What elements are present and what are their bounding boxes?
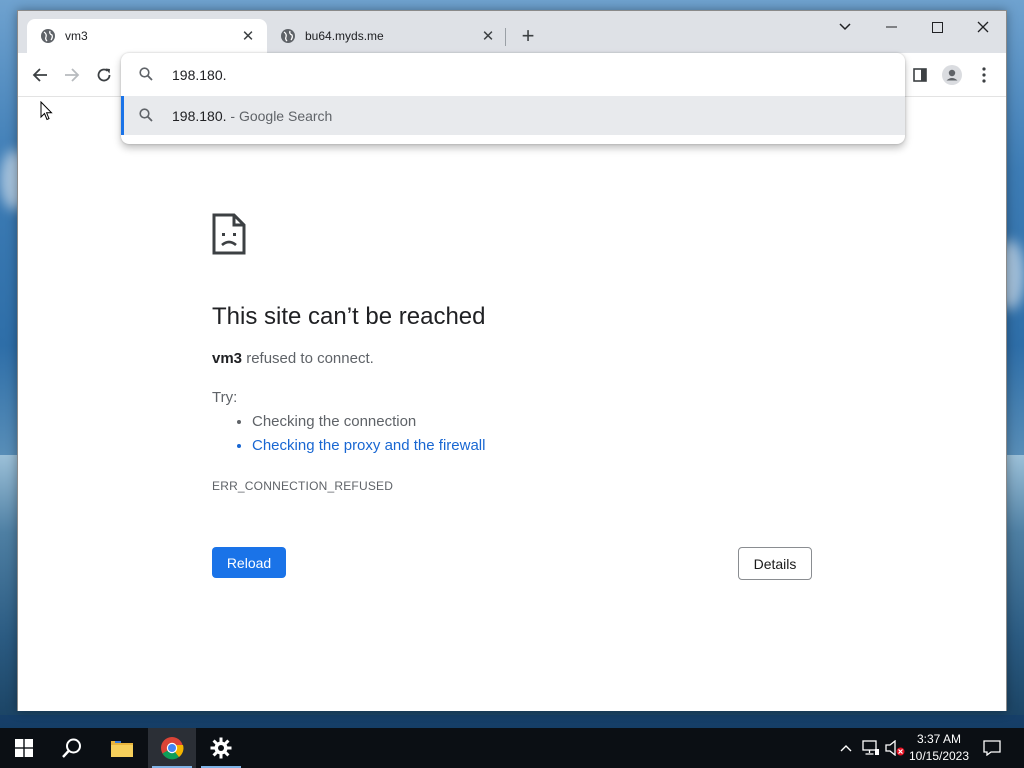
forward-button[interactable] xyxy=(58,61,86,89)
new-tab-button[interactable]: + xyxy=(516,23,540,48)
menu-button[interactable] xyxy=(970,61,998,89)
profile-button[interactable] xyxy=(938,61,966,89)
globe-icon xyxy=(281,29,295,43)
taskbar-settings[interactable] xyxy=(197,728,245,768)
action-center-button[interactable] xyxy=(978,728,1006,768)
taskbar-clock[interactable]: 3:37 AM 10/15/2023 xyxy=(906,731,972,765)
suggestion-query: 198.180. xyxy=(172,108,227,124)
show-hidden-icons-button[interactable] xyxy=(836,728,856,768)
taskbar-chrome[interactable] xyxy=(148,728,196,768)
suggestion-check-proxy-link[interactable]: Checking the proxy and the firewall xyxy=(252,437,485,461)
tab-strip: vm3 ✕ bu64.myds.me ✕ + xyxy=(18,11,1006,53)
kebab-menu-icon xyxy=(982,67,986,83)
close-icon xyxy=(977,21,989,33)
network-icon xyxy=(862,740,879,755)
error-description: vm3 refused to connect. xyxy=(212,350,374,367)
clock-time: 3:37 AM xyxy=(916,732,962,746)
omnibox-dropdown: 198.180. 198.180. - Google Search xyxy=(121,53,905,144)
page-content: This site can’t be reached vm3 refused t… xyxy=(18,97,1006,711)
globe-icon xyxy=(41,29,55,43)
details-button[interactable]: Details xyxy=(738,547,812,580)
side-panel-button[interactable] xyxy=(906,61,934,89)
suggestion-check-connection: Checking the connection xyxy=(252,413,485,437)
maximize-icon xyxy=(931,21,943,33)
close-tab-icon[interactable]: ✕ xyxy=(479,27,497,45)
taskbar-search-button[interactable] xyxy=(48,728,96,768)
close-tab-icon[interactable]: ✕ xyxy=(239,27,257,45)
search-icon xyxy=(62,738,81,758)
back-button[interactable] xyxy=(26,61,54,89)
avatar-icon xyxy=(942,65,962,85)
suggestion-list: Checking the connection Checking the pro… xyxy=(252,413,485,461)
suggestion-text: 198.180. - Google Search xyxy=(172,108,332,124)
minimize-icon xyxy=(885,26,897,28)
address-bar[interactable]: 198.180. xyxy=(121,53,905,96)
reload-button[interactable]: Reload xyxy=(212,547,286,578)
windows-logo-icon xyxy=(15,739,33,757)
tab-bu64[interactable]: bu64.myds.me ✕ xyxy=(267,19,507,53)
error-title: This site can’t be reached xyxy=(212,303,486,330)
error-description-text: refused to connect. xyxy=(242,350,374,367)
search-icon xyxy=(139,67,153,81)
tab-title: bu64.myds.me xyxy=(305,29,384,43)
address-input-value[interactable]: 198.180. xyxy=(172,67,227,83)
minimize-button[interactable] xyxy=(868,13,914,41)
error-code: ERR_CONNECTION_REFUSED xyxy=(212,479,394,493)
omnibox-suggestion[interactable]: 198.180. - Google Search xyxy=(121,96,905,135)
sad-page-icon xyxy=(212,213,246,255)
suggestion-suffix: - Google Search xyxy=(226,108,333,124)
tab-vm3[interactable]: vm3 ✕ xyxy=(27,19,267,53)
reload-toolbar-button[interactable] xyxy=(90,61,118,89)
tab-separator xyxy=(505,28,506,46)
maximize-button[interactable] xyxy=(914,13,960,41)
start-button[interactable] xyxy=(0,728,48,768)
gear-icon xyxy=(210,737,232,759)
side-panel-icon xyxy=(913,68,927,82)
volume-muted-icon xyxy=(885,740,905,756)
chevron-down-icon xyxy=(839,23,851,31)
folder-icon xyxy=(111,741,133,757)
tab-search-button[interactable] xyxy=(822,13,868,41)
browser-window: vm3 ✕ bu64.myds.me ✕ + 198.180. 198.180.… xyxy=(17,10,1007,711)
chrome-icon xyxy=(161,737,184,760)
mouse-cursor-icon xyxy=(40,101,53,121)
taskbar: 3:37 AM 10/15/2023 xyxy=(0,728,1024,768)
try-label: Try: xyxy=(212,389,238,406)
reload-icon xyxy=(97,68,111,82)
clock-date: 10/15/2023 xyxy=(908,749,970,763)
arrow-left-icon xyxy=(32,68,47,82)
network-tray-button[interactable] xyxy=(860,728,882,768)
tab-title: vm3 xyxy=(65,29,88,43)
search-icon xyxy=(139,108,153,122)
close-window-button[interactable] xyxy=(960,13,1006,41)
notification-icon xyxy=(983,740,1001,756)
arrow-right-icon xyxy=(65,68,80,82)
chevron-up-icon xyxy=(840,745,852,752)
volume-tray-button[interactable] xyxy=(884,728,906,768)
taskbar-file-explorer[interactable] xyxy=(98,728,146,768)
error-host: vm3 xyxy=(212,350,243,367)
